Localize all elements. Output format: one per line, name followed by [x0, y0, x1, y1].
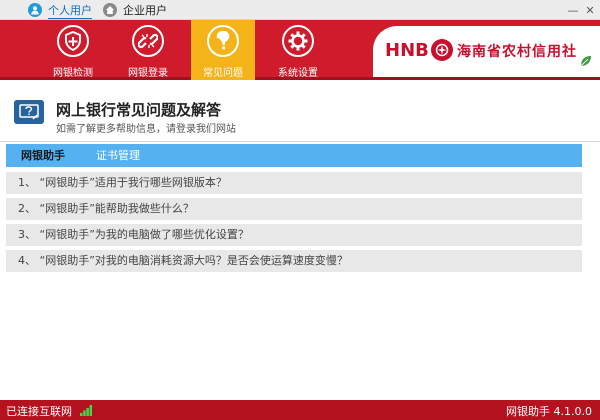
nav-label: 系统设置	[278, 68, 318, 79]
question-icon	[207, 25, 239, 57]
connection-status: 已连接互联网	[6, 405, 72, 418]
brand-logo: HNB 海南省农村信用社	[373, 26, 600, 77]
tab-bank-assistant[interactable]: 网银助手	[21, 144, 65, 167]
enterprise-user-label: 企业用户	[123, 4, 167, 17]
faq-item[interactable]: 3、 “网银助手”为我的电脑做了哪些优化设置？	[6, 224, 582, 246]
nav-item-bank-login[interactable]: 网银登录	[116, 20, 180, 80]
page-subtitle: 如需了解更多帮助信息，请登录我们网站	[56, 124, 236, 135]
page-heading: 网上银行常见问题及解答 如需了解更多帮助信息，请登录我们网站	[0, 83, 600, 139]
leaf-icon	[579, 54, 593, 68]
page-title: 网上银行常见问题及解答	[56, 101, 222, 119]
nav-label: 网银登录	[128, 68, 168, 79]
faq-item[interactable]: 1、 “网银助手”适用于我行哪些网银版本？	[6, 172, 582, 194]
brand-seal-icon	[431, 39, 453, 61]
person-icon	[28, 3, 42, 17]
brand-name: 海南省农村信用社	[457, 44, 577, 60]
faq-item[interactable]: 4、 “网银助手”对我的电脑消耗资源大吗？是否会使运算速度变慢？	[6, 250, 582, 272]
header-bar: 网银检测 网银登录 常见问题 系统设置 HNB 海南省农村信用社	[0, 20, 600, 80]
shield-plus-icon	[57, 25, 89, 57]
personal-user-tab[interactable]: 个人用户	[28, 2, 92, 18]
app-version: 网银助手 4.1.0.0	[506, 405, 592, 418]
nav-item-settings[interactable]: 系统设置	[266, 20, 330, 80]
tab-certificate-management[interactable]: 证书管理	[96, 144, 140, 167]
gear-icon	[282, 25, 314, 57]
nav-label: 网银检测	[53, 68, 93, 79]
minimize-button[interactable]: —	[566, 3, 580, 17]
enterprise-user-tab[interactable]: 企业用户	[103, 2, 167, 18]
nav-item-faq[interactable]: 常见问题	[191, 20, 255, 80]
broken-link-icon	[132, 25, 164, 57]
status-bar: 已连接互联网 网银助手 4.1.0.0	[0, 400, 600, 420]
close-button[interactable]: ✕	[583, 3, 597, 17]
nav-item-bank-check[interactable]: 网银检测	[41, 20, 105, 80]
nav-label: 常见问题	[203, 68, 243, 79]
faq-item[interactable]: 2、 “网银助手”能帮助我做些什么？	[6, 198, 582, 220]
signal-icon	[80, 405, 92, 416]
personal-user-label: 个人用户	[48, 4, 92, 17]
help-screen-icon	[14, 100, 44, 124]
divider	[0, 141, 600, 142]
home-icon	[103, 3, 117, 17]
title-bar: 个人用户 企业用户 — ✕	[0, 0, 600, 20]
brand-abbr: HNB	[385, 40, 429, 61]
tab-bar: 网银助手 证书管理	[6, 144, 582, 167]
